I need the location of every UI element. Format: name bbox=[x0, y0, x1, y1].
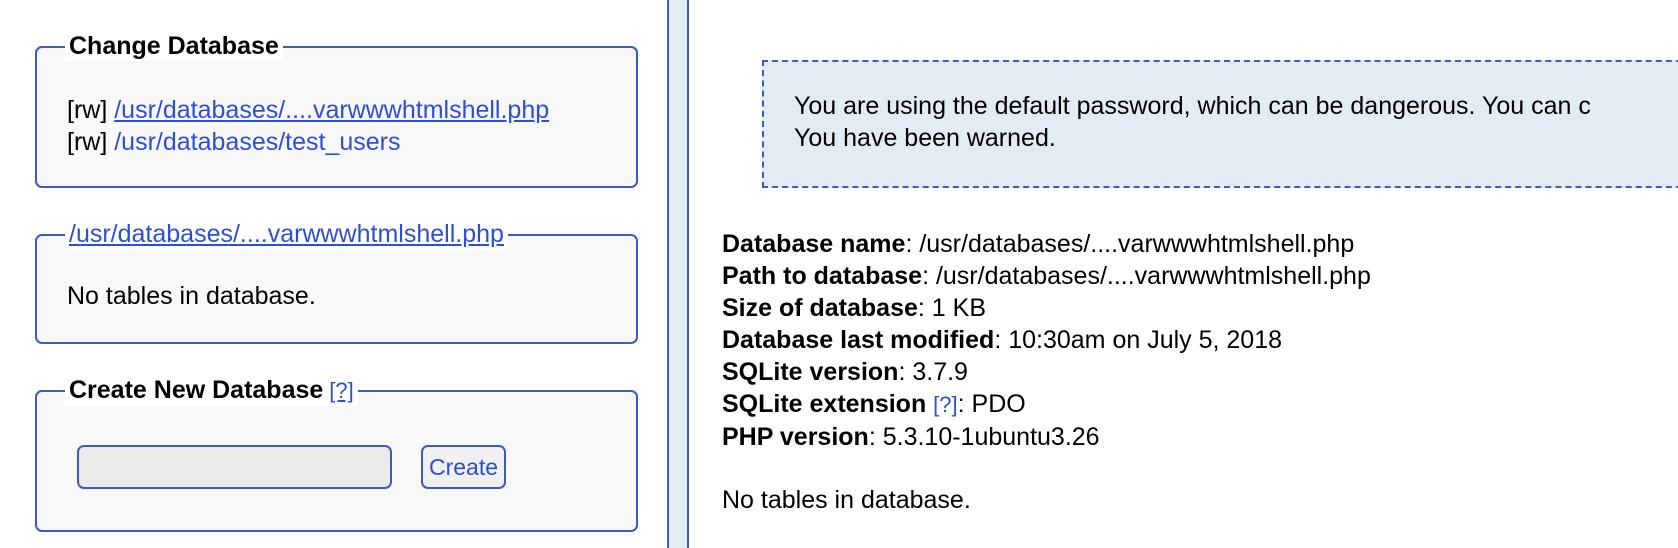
current-database-link[interactable]: /usr/databases/....varwwwhtmlshell.php bbox=[69, 220, 504, 248]
info-row-size: Size of database: 1 KB bbox=[722, 292, 1371, 324]
info-row-database-name: Database name: /usr/databases/....varwww… bbox=[722, 228, 1371, 260]
info-label: PHP version bbox=[722, 423, 869, 451]
info-label: SQLite version bbox=[722, 358, 899, 386]
info-value: : 10:30am on July 5, 2018 bbox=[994, 326, 1283, 354]
info-row-sqlite-version: SQLite version: 3.7.9 bbox=[722, 356, 1371, 388]
current-database-panel: /usr/databases/....varwwwhtmlshell.php N… bbox=[35, 219, 638, 344]
no-tables-message: No tables in database. bbox=[67, 282, 316, 310]
info-value: : /usr/databases/....varwwwhtmlshell.php bbox=[922, 262, 1371, 290]
create-database-help-link[interactable]: [?] bbox=[329, 378, 353, 403]
warning-line-1: You are using the default password, whic… bbox=[794, 92, 1591, 120]
info-value: : 1 KB bbox=[917, 294, 986, 322]
warning-line-2: You have been warned. bbox=[794, 124, 1056, 152]
new-database-name-input[interactable] bbox=[77, 445, 392, 489]
current-database-legend: /usr/databases/....varwwwhtmlshell.php bbox=[65, 219, 508, 249]
database-list-item: [rw] /usr/databases/test_users bbox=[67, 126, 401, 158]
info-row-sqlite-extension: SQLite extension [?]: PDO bbox=[722, 388, 1371, 421]
create-database-button[interactable]: Create bbox=[421, 445, 507, 489]
change-database-panel: Change Database [rw] /usr/databases/....… bbox=[35, 31, 638, 188]
sidebar-divider bbox=[669, 0, 689, 548]
create-database-title: Create New Database bbox=[69, 376, 324, 404]
sqlite-extension-help-link[interactable]: [?] bbox=[933, 392, 957, 417]
sidebar: Change Database [rw] /usr/databases/....… bbox=[0, 0, 669, 548]
info-value: : 5.3.10-1ubuntu3.26 bbox=[868, 423, 1100, 451]
change-database-legend: Change Database bbox=[65, 31, 283, 61]
info-label: SQLite extension bbox=[722, 390, 927, 418]
page: Change Database [rw] /usr/databases/....… bbox=[0, 0, 1678, 548]
database-info: Database name: /usr/databases/....varwww… bbox=[722, 228, 1371, 453]
info-value: : PDO bbox=[957, 390, 1026, 418]
info-row-path: Path to database: /usr/databases/....var… bbox=[722, 260, 1371, 292]
default-password-warning: You are using the default password, whic… bbox=[762, 60, 1678, 188]
info-row-php-version: PHP version: 5.3.10-1ubuntu3.26 bbox=[722, 421, 1371, 453]
info-label: Database name bbox=[722, 230, 906, 258]
database-mode: [rw] bbox=[67, 96, 108, 124]
create-database-legend: Create New Database [?] bbox=[65, 375, 358, 406]
create-database-panel: Create New Database [?] Create bbox=[35, 375, 638, 532]
database-link-shell[interactable]: /usr/databases/....varwwwhtmlshell.php bbox=[114, 96, 549, 124]
database-mode: [rw] bbox=[67, 128, 108, 156]
warning-text: You are using the default password, whic… bbox=[794, 90, 1591, 154]
info-value: : /usr/databases/....varwwwhtmlshell.php bbox=[905, 230, 1355, 258]
info-label: Database last modified bbox=[722, 326, 995, 354]
database-list-item: [rw] /usr/databases/....varwwwhtmlshell.… bbox=[67, 94, 549, 126]
info-label: Path to database bbox=[722, 262, 923, 290]
info-value: : 3.7.9 bbox=[898, 358, 968, 386]
info-row-last-modified: Database last modified: 10:30am on July … bbox=[722, 324, 1371, 356]
database-link-test-users[interactable]: /usr/databases/test_users bbox=[114, 128, 400, 156]
info-label: Size of database bbox=[722, 294, 918, 322]
main-no-tables-message: No tables in database. bbox=[722, 486, 971, 514]
